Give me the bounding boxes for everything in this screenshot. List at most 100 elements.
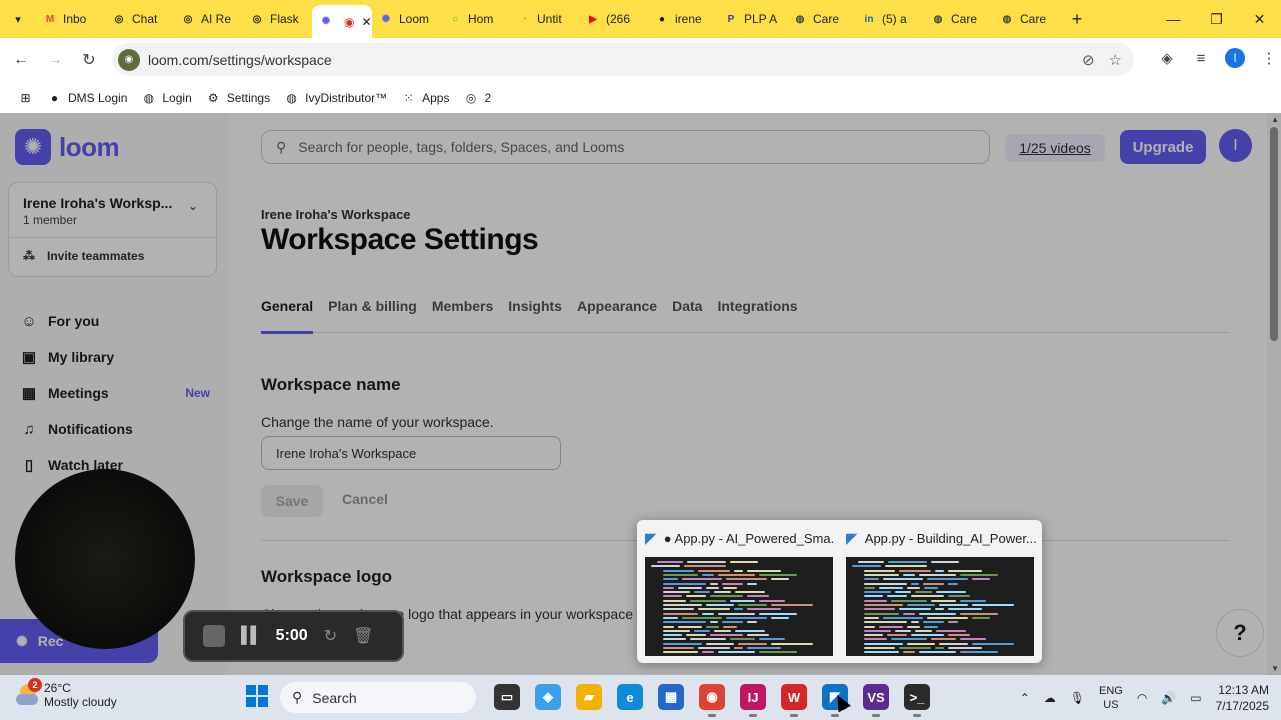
preview-window-1[interactable]: ◤ ● App.py - AI_Powered_Sma... — [637, 520, 837, 663]
bookmark-label: DMS Login — [68, 90, 128, 105]
code-line — [931, 561, 959, 563]
pause-button[interactable]: ▌▌ — [241, 627, 262, 645]
tab-title: (5) a — [882, 12, 907, 26]
browser-tab[interactable]: ◍ Care — [993, 4, 1062, 34]
language-indicator[interactable]: ENG US — [1099, 684, 1123, 712]
close-window-button[interactable]: ✕ — [1238, 0, 1281, 38]
camera-bubble[interactable] — [15, 469, 195, 649]
address-bar[interactable]: ◉ loom.com/settings/workspace ⊘ ☆ — [112, 43, 1134, 76]
apps-grid-icon: ⁙ — [403, 90, 414, 105]
code-line — [759, 599, 785, 602]
code-line — [972, 616, 990, 619]
visual-studio-icon[interactable]: VS — [863, 684, 889, 717]
browser-tab[interactable]: ● irene — [648, 4, 717, 34]
close-tab-icon[interactable]: ✕ — [361, 15, 371, 29]
profile-button[interactable]: I — [1223, 43, 1247, 73]
tab-strip: M Inbo ◎ Chat ◎ AI Re ◎ Flask ✺ ◉ ✕ ✺ Loom ○ Hom ◔ Untit… — [36, 0, 1062, 38]
edge-icon[interactable]: e — [617, 684, 643, 710]
restore-button[interactable]: ❐ — [1195, 0, 1238, 38]
code-line — [686, 634, 706, 637]
browser-tab[interactable]: ○ Hom — [441, 4, 510, 34]
trash-icon[interactable]: 🗑 — [353, 626, 373, 646]
browser-tab[interactable]: ◍ Care — [924, 4, 993, 34]
bookmark-star-icon[interactable]: ☆ — [1109, 51, 1122, 69]
browser-tab[interactable]: ▶ (266 — [579, 4, 648, 34]
back-button[interactable]: ← — [4, 43, 38, 77]
weather-temperature: 26°C — [44, 681, 71, 695]
clock[interactable]: 12:13 AM 7/17/2025 — [1216, 682, 1269, 714]
browser-tab[interactable]: ◎ AI Re — [174, 4, 243, 34]
camera-blocked-icon[interactable]: ⊘ — [1082, 51, 1095, 69]
code-line — [888, 561, 927, 563]
code-line — [718, 612, 755, 615]
code-line — [864, 629, 891, 632]
new-tab-button[interactable]: + — [1062, 9, 1092, 30]
tab-search-chevron-icon[interactable]: ▾ — [0, 0, 36, 38]
battery-icon[interactable]: ▭ — [1190, 691, 1201, 705]
browser-tab[interactable]: ◎ Flask — [243, 4, 312, 34]
bookmark-item[interactable]: ⁙ Apps — [401, 90, 450, 105]
weather-widget[interactable]: 2 26°C Mostly cloudy — [16, 678, 117, 709]
code-line — [948, 634, 970, 637]
chrome-icon[interactable]: ◉ — [699, 684, 725, 717]
browser-tab[interactable]: ✺ Loom — [372, 4, 441, 34]
bookmark-item[interactable]: ⚙ Settings — [206, 90, 270, 105]
preview-window-2[interactable]: ◤ App.py - Building_AI_Power... — [838, 520, 1038, 663]
bookmark-item[interactable]: ◎ 2 — [463, 90, 491, 105]
terminal-icon[interactable]: >_ — [904, 684, 930, 717]
browser-tab[interactable]: P PLP A — [717, 4, 786, 34]
code-line — [935, 608, 944, 611]
code-line — [730, 561, 758, 563]
reload-button[interactable]: ↻ — [72, 43, 106, 77]
bookmark-item[interactable]: ● DMS Login — [47, 90, 128, 105]
url-text[interactable]: loom.com/settings/workspace — [148, 52, 332, 68]
file-explorer-icon[interactable]: ▰ — [576, 684, 602, 710]
wifi-icon[interactable]: ◠ — [1137, 691, 1147, 705]
code-line — [651, 565, 680, 568]
browser-tab[interactable]: ◔ Untit — [510, 4, 579, 34]
taskbar-search[interactable]: ⚲ Search — [280, 682, 476, 713]
wps-icon[interactable]: W — [781, 684, 807, 717]
volume-icon[interactable]: 🔊 — [1161, 691, 1176, 705]
code-line — [663, 629, 690, 632]
microphone-icon[interactable]: 🎙 — [1070, 691, 1085, 705]
bookmark-item[interactable]: ◍ Login — [141, 90, 192, 105]
site-info-icon[interactable]: ◉ — [118, 48, 140, 71]
profile-avatar: I — [1225, 48, 1245, 68]
restart-icon[interactable]: ↻ — [324, 626, 337, 646]
copilot-icon[interactable]: ◈ — [535, 684, 561, 710]
browser-tab[interactable]: ◍ Care — [786, 4, 855, 34]
code-line — [899, 647, 931, 649]
onedrive-icon[interactable]: ☁ — [1044, 691, 1056, 705]
code-line — [657, 561, 683, 563]
browser-menu-icon[interactable]: ⋮ — [1257, 43, 1281, 73]
show-hidden-icons-chevron-icon[interactable]: ⌃ — [1020, 691, 1030, 705]
bookmark-label: Apps — [422, 90, 450, 105]
browser-tab[interactable]: ✺ ◉ ✕ — [312, 5, 372, 38]
preview-thumbnail — [645, 557, 833, 656]
browser-tab[interactable]: M Inbo — [36, 4, 105, 34]
code-line — [927, 616, 968, 619]
extension-icon[interactable]: ◈ — [1155, 43, 1179, 73]
task-view-icon[interactable]: ▭ — [494, 684, 520, 710]
store-icon[interactable]: ▦ — [658, 684, 684, 710]
browser-tab[interactable]: in (5) a — [855, 4, 924, 34]
code-line — [759, 612, 797, 615]
stop-recording-button[interactable] — [203, 625, 225, 647]
code-line — [895, 591, 911, 594]
browser-tab[interactable]: ◎ Chat — [105, 4, 174, 34]
code-line — [899, 569, 931, 572]
code-line — [718, 573, 755, 576]
code-line — [923, 582, 944, 585]
browser-toolbar: ← → ↻ ◉ loom.com/settings/workspace ⊘ ☆ … — [0, 38, 1281, 82]
openai-icon: ◎ — [252, 13, 262, 25]
windows-start-icon[interactable] — [246, 685, 268, 707]
code-line — [687, 561, 726, 563]
apps-launcher-icon[interactable]: ⊞ — [18, 90, 33, 105]
taskbar-window-preview: ◤ ● App.py - AI_Powered_Sma... ◤ App.py - … — [637, 520, 1042, 663]
intellij-icon[interactable]: IJ — [740, 684, 766, 717]
bookmark-item[interactable]: ◍ IvyDistributor™ — [284, 90, 387, 105]
forward-button[interactable]: → — [38, 43, 72, 77]
media-control-icon[interactable]: ≡ — [1189, 43, 1213, 73]
minimize-button[interactable]: — — [1152, 0, 1195, 38]
